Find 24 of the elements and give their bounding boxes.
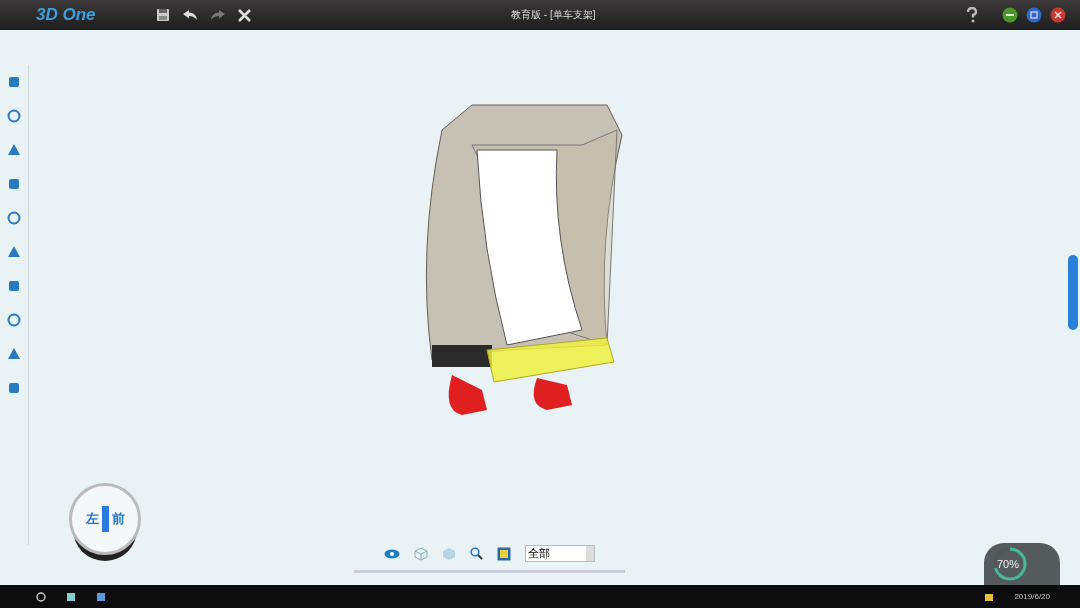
undo-icon[interactable] <box>182 9 198 21</box>
cube-edge-highlight <box>101 506 109 532</box>
usage-reading: 70% <box>997 558 1020 570</box>
taskbar-app-icon[interactable] <box>66 591 76 602</box>
side-panel-tab[interactable] <box>1068 255 1078 330</box>
taskbar-app-icon[interactable] <box>96 591 106 602</box>
help-icon[interactable] <box>966 7 978 23</box>
window-title: 教育版 - [单车支架] <box>511 8 597 22</box>
cube-face-label[interactable]: 左 <box>85 510 99 528</box>
power-icon[interactable] <box>36 591 46 602</box>
close-icon[interactable] <box>1050 7 1066 23</box>
minimize-icon[interactable] <box>1002 7 1018 23</box>
cube-face-label[interactable]: 前 <box>111 510 125 528</box>
filter-dropdown[interactable]: 全部 <box>525 545 595 562</box>
close-icon[interactable] <box>238 8 251 22</box>
eye-icon[interactable] <box>384 548 400 559</box>
filter-icon[interactable] <box>497 546 511 561</box>
restore-icon[interactable] <box>1026 7 1042 23</box>
taskbar-date: 2019/6/20 <box>1014 592 1050 601</box>
search-icon[interactable] <box>470 547 483 560</box>
save-icon[interactable] <box>156 8 170 22</box>
folder-icon[interactable] <box>984 591 995 602</box>
app-logo: 3D One <box>36 5 97 25</box>
redo-icon[interactable] <box>210 9 226 21</box>
